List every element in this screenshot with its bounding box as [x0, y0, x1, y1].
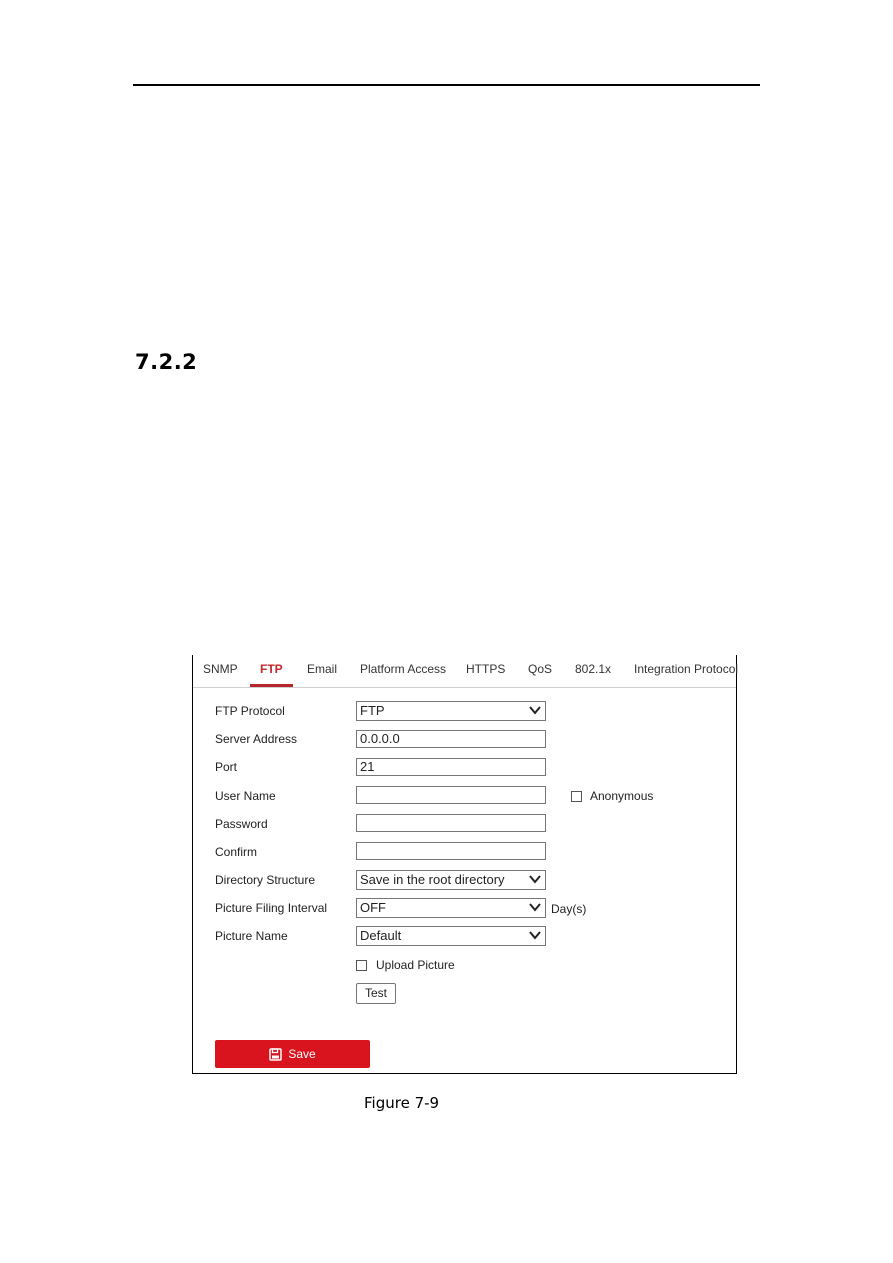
save-label: Save — [288, 1047, 316, 1061]
picture-filing-interval-select[interactable]: OFF — [356, 898, 546, 918]
upload-picture-checkbox[interactable] — [356, 960, 367, 971]
picture-name-label: Picture Name — [215, 929, 288, 943]
section-number: 7.2.2 — [135, 350, 198, 374]
picture-filing-interval-value: OFF — [360, 900, 386, 915]
tab-bar: SNMP FTP Email Platform Access HTTPS QoS… — [193, 655, 738, 688]
chevron-down-icon — [529, 706, 541, 715]
page-header-rule — [133, 84, 760, 86]
save-button[interactable]: Save — [215, 1040, 370, 1068]
user-name-input[interactable] — [356, 786, 546, 804]
tab-https[interactable]: HTTPS — [466, 662, 505, 676]
picture-filing-interval-label: Picture Filing Interval — [215, 901, 328, 915]
picture-name-select[interactable]: Default — [356, 926, 546, 946]
tab-integration-protocol[interactable]: Integration Protocol — [634, 662, 738, 676]
port-input[interactable]: 21 — [356, 758, 546, 776]
server-address-label: Server Address — [215, 732, 298, 746]
user-name-label: User Name — [215, 789, 276, 803]
tab-email[interactable]: Email — [307, 662, 337, 676]
figure-caption: Figure 7-9 — [364, 1094, 440, 1112]
chevron-down-icon — [529, 875, 541, 884]
directory-structure-value: Save in the root directory — [360, 872, 505, 887]
port-label: Port — [215, 760, 238, 774]
picture-name-value: Default — [360, 928, 402, 943]
server-address-input[interactable]: 0.0.0.0 — [356, 730, 546, 748]
tab-qos[interactable]: QoS — [528, 662, 552, 676]
active-tab-indicator — [250, 684, 293, 687]
chevron-down-icon — [529, 931, 541, 940]
tab-802-1x[interactable]: 802.1x — [575, 662, 611, 676]
anonymous-label: Anonymous — [590, 789, 654, 803]
ftp-protocol-select[interactable]: FTP — [356, 701, 546, 721]
confirm-label: Confirm — [215, 845, 258, 859]
picture-filing-interval-unit: Day(s) — [551, 902, 587, 916]
tab-snmp[interactable]: SNMP — [203, 662, 238, 676]
ftp-protocol-label: FTP Protocol — [215, 704, 285, 718]
directory-structure-select[interactable]: Save in the root directory — [356, 870, 546, 890]
tab-platform-access[interactable]: Platform Access — [360, 662, 446, 676]
directory-structure-label: Directory Structure — [215, 873, 316, 887]
test-button[interactable]: Test — [356, 983, 396, 1004]
confirm-input[interactable] — [356, 842, 546, 860]
upload-picture-label: Upload Picture — [376, 958, 455, 972]
floppy-disk-icon — [269, 1047, 283, 1061]
ftp-protocol-value: FTP — [360, 703, 385, 718]
anonymous-checkbox[interactable] — [571, 791, 582, 802]
chevron-down-icon — [529, 903, 541, 912]
password-input[interactable] — [356, 814, 546, 832]
password-label: Password — [215, 817, 268, 831]
tab-ftp[interactable]: FTP — [260, 662, 283, 676]
ftp-settings-panel: SNMP FTP Email Platform Access HTTPS QoS… — [192, 655, 738, 1074]
